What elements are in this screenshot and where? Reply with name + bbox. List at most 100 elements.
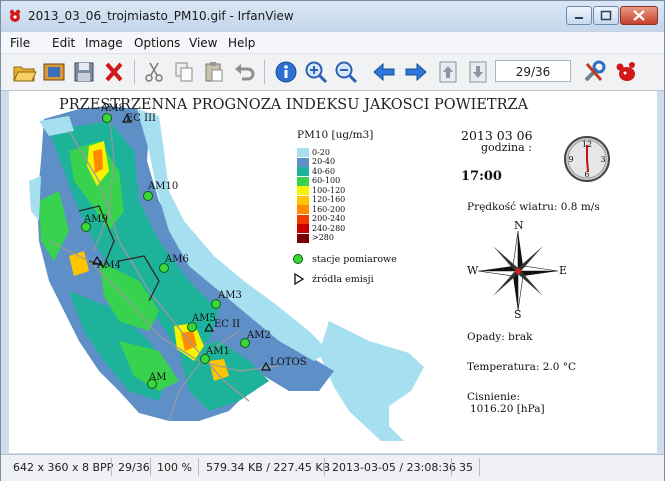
toolbar: 29/36 [1,53,664,91]
status-filesize: 579.34 KB / 227.45 KB [206,461,331,474]
legend-swatch [297,167,309,176]
status-separator [324,458,325,476]
emission-legend-icon [294,273,305,285]
maximize-button[interactable] [593,6,619,25]
next-icon [405,62,427,82]
menu-bar: File Edit Image Options View Help [1,31,664,54]
previous-icon [373,62,395,82]
zoom-out-button[interactable] [333,59,359,85]
window-title: 2013_03_06_trojmiasto_PM10.gif - IrfanVi… [28,9,294,23]
status-separator [479,458,480,476]
menu-edit[interactable]: Edit [52,36,75,50]
irfanview-logo-icon [616,62,635,81]
undo-button[interactable] [231,59,257,85]
open-button[interactable] [11,59,37,85]
irfanview-logo-button[interactable] [613,59,639,85]
cut-icon [145,62,163,82]
delete-button[interactable] [101,59,127,85]
compass-west: W [467,264,479,277]
minimize-button[interactable] [566,6,592,25]
status-separator [451,458,452,476]
status-datetime: 2013-03-05 / 23:08:36 [332,461,457,474]
menu-view[interactable]: View [189,36,217,50]
first-page-icon [439,61,457,83]
compass-rose-icon [477,230,559,312]
delete-icon [105,62,123,82]
legend-swatch [297,186,309,195]
zoom-in-button[interactable] [303,59,329,85]
open-folder-icon [13,66,37,82]
save-icon [74,62,94,82]
settings-icon [584,60,606,82]
zoom-in-icon [305,61,328,84]
clock-number: 3 [600,155,605,164]
paste-button[interactable] [201,59,227,85]
irfanview-window: 2013_03_06_trojmiasto_PM10.gif - IrfanVi… [0,0,665,481]
copy-icon [175,62,193,82]
close-icon [633,10,645,21]
station-label: AM3 [218,290,242,301]
status-separator [111,458,112,476]
legend-swatch [297,157,309,167]
legend-label: 0-20 [312,147,330,157]
settings-button[interactable] [581,59,607,85]
station-label: AM9 [84,214,108,225]
station-label: AM [149,372,167,383]
stations-legend-icon [293,254,303,264]
status-dimensions: 642 x 360 x 8 BPP [13,461,114,474]
station-label: AM4 [97,260,121,271]
legend-label: 40-60 [312,166,336,176]
menu-help[interactable]: Help [228,36,255,50]
status-frame: 29/36 [118,461,150,474]
close-button[interactable] [620,6,658,25]
minimize-icon [575,17,583,19]
toolbar-separator [134,60,135,84]
station-marker[interactable] [143,191,153,201]
next-button[interactable] [403,59,429,85]
first-page-button[interactable] [435,59,461,85]
title-bar: 2013_03_06_trojmiasto_PM10.gif - IrfanVi… [1,1,664,31]
legend-swatch [297,195,309,205]
legend-label: 120-160 [312,195,346,204]
menu-file[interactable]: File [10,36,30,50]
legend-label: 100-120 [312,185,346,195]
map-title: PRZESTRZENNA PROGNOZA INDEKSU JAKOSCI PO… [59,97,529,113]
clock-icon: 12 3 6 9 [564,136,610,182]
clock-number: 9 [568,155,573,164]
copy-button[interactable] [171,59,197,85]
pressure-value: 1016.20 [hPa] [470,403,545,415]
last-page-button[interactable] [465,59,491,85]
station-label: AM1 [206,346,230,357]
previous-button[interactable] [371,59,397,85]
info-button[interactable] [273,59,299,85]
legend-label: >280 [312,233,334,242]
legend-swatch [297,148,309,157]
temperature: Temperatura: 2.0 °C [467,361,577,373]
slideshow-button[interactable] [41,59,67,85]
hour-label: godzina : [481,141,532,154]
compass-south: S [514,308,522,321]
station-label: AM2 [247,330,271,341]
emission-source-marker[interactable] [203,322,215,332]
page-counter-field[interactable]: 29/36 [495,60,571,82]
status-extra: 35 [459,461,473,474]
station-label: EC III [126,113,156,124]
menu-image[interactable]: Image [85,36,123,50]
info-icon [275,61,297,83]
menu-options[interactable]: Options [134,36,180,50]
slideshow-icon [43,63,65,81]
emission-source-marker[interactable] [260,361,272,371]
station-label: AM10 [148,181,179,192]
irfanview-app-icon[interactable] [7,8,23,24]
legend-label: 20-40 [312,157,336,166]
toolbar-separator [264,60,265,84]
legend-title: PM10 [ug/m3] [297,129,374,141]
legend-label: 200-240 [312,214,346,223]
station-label: EC II [214,319,241,330]
save-button[interactable] [71,59,97,85]
compass-east: E [559,264,568,277]
compass-north: N [514,219,524,232]
station-marker[interactable] [102,113,112,123]
legend-swatch [297,205,309,214]
cut-button[interactable] [141,59,167,85]
